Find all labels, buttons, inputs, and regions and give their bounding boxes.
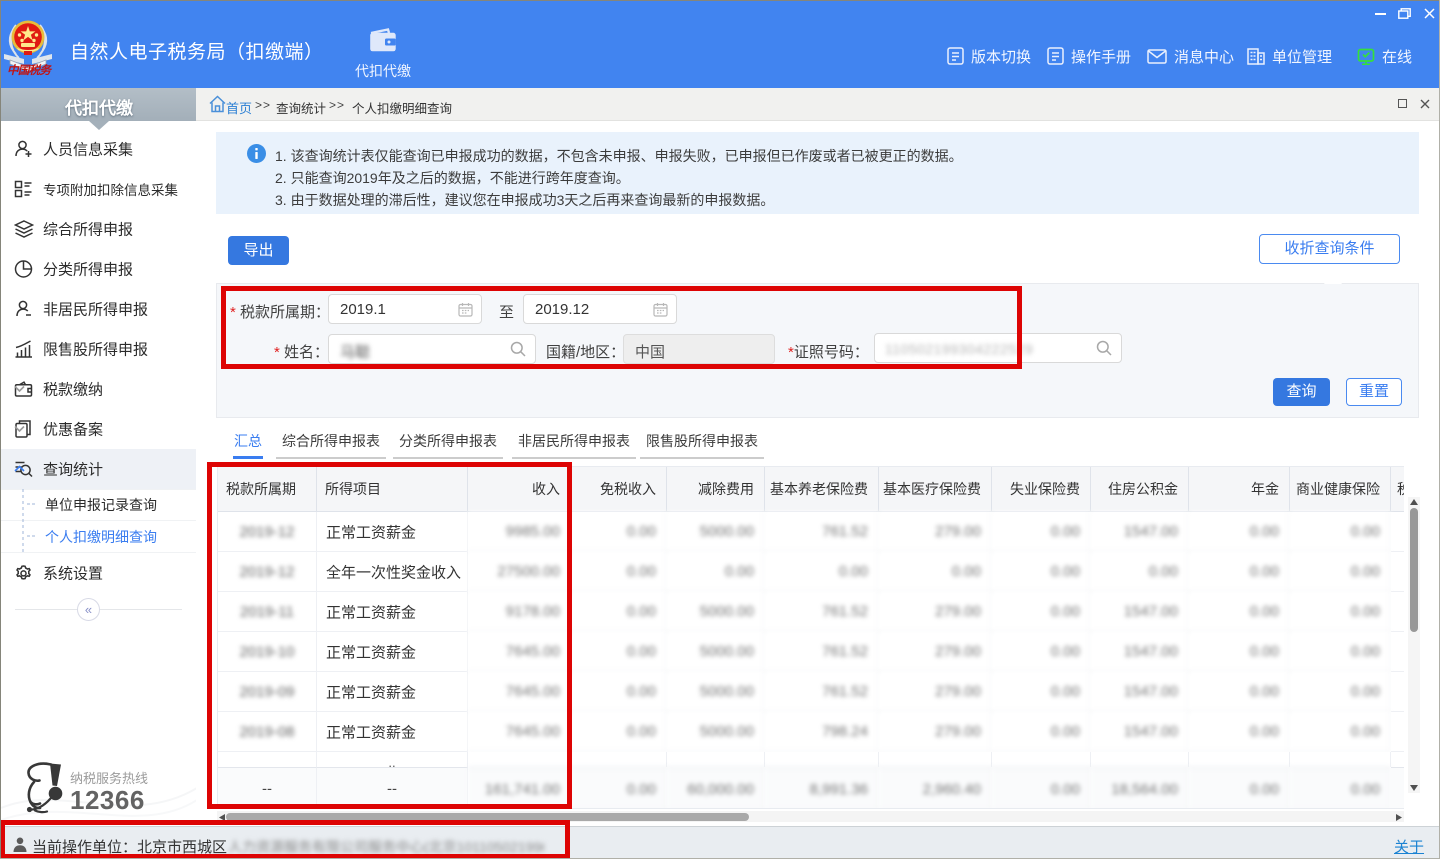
svg-text:中国税务: 中国税务 [7,64,53,77]
